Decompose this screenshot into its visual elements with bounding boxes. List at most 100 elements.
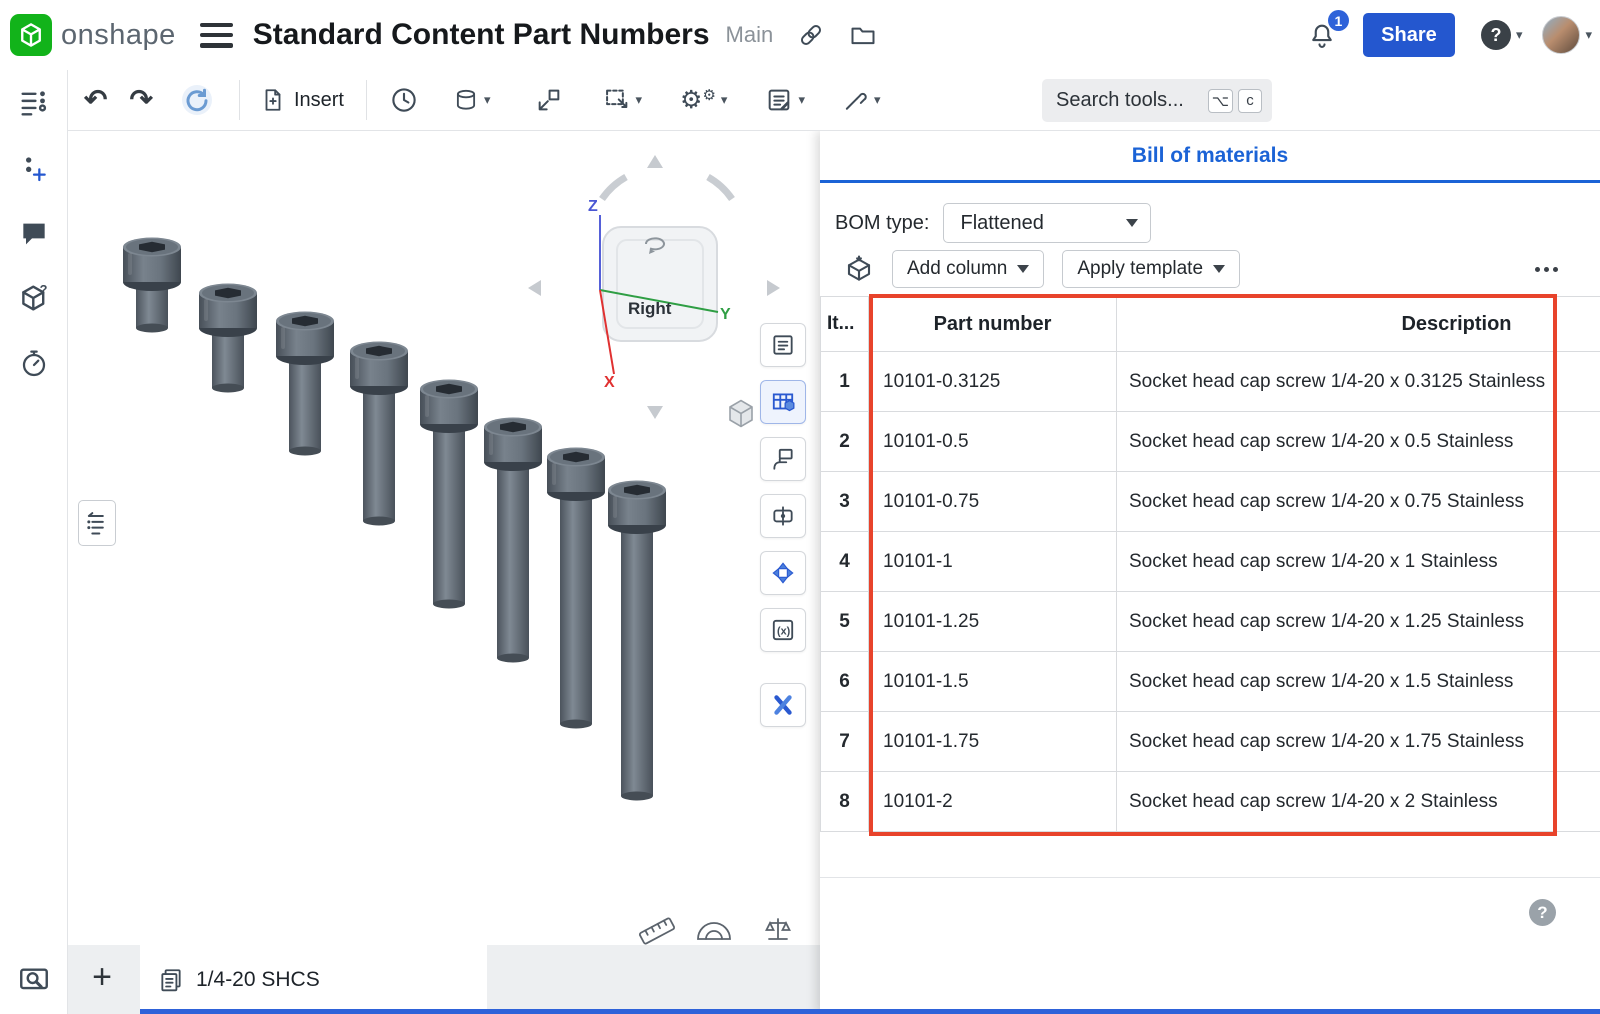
description-column-header[interactable]: Description — [1117, 297, 1600, 352]
assembly-tools-dropdown[interactable]: ⚙⚙ ▾ — [680, 88, 727, 113]
new-tab-button[interactable]: + — [82, 957, 122, 997]
screw-part[interactable] — [199, 284, 257, 393]
insert-icon — [260, 87, 286, 113]
comments-button[interactable] — [15, 214, 53, 252]
viewcube-rotate-arrow[interactable] — [708, 177, 732, 199]
viewcube-down-arrow[interactable] — [647, 406, 663, 419]
search-features-button[interactable] — [15, 962, 53, 1000]
viewport-canvas[interactable]: Z Y X Right — [68, 131, 820, 945]
screw-part[interactable] — [350, 342, 408, 526]
3d-viewport[interactable]: Z Y X Right — [68, 131, 820, 945]
chevron-down-icon[interactable]: ▾ — [1516, 27, 1523, 43]
table-row[interactable]: 410101-1Socket head cap screw 1/4-20 x 1… — [821, 532, 1600, 592]
table-row[interactable]: 210101-0.5Socket head cap screw 1/4-20 x… — [821, 412, 1600, 472]
mate-connector-button[interactable] — [15, 149, 53, 187]
undo-button[interactable]: ↶ — [84, 86, 107, 114]
rotate-update-button[interactable] — [179, 82, 215, 118]
versions-history-button[interactable] — [389, 85, 419, 115]
help-button[interactable]: ? — [1481, 20, 1511, 50]
view-tools-rail: (x) — [758, 323, 808, 727]
select-tools-dropdown[interactable]: ▾ — [603, 86, 643, 114]
iso-view-icon[interactable] — [730, 401, 752, 428]
screw-part[interactable] — [608, 481, 666, 801]
bom-help-button[interactable]: ? — [1529, 899, 1556, 926]
transform-button[interactable] — [535, 86, 563, 114]
description-cell: Socket head cap screw 1/4-20 x 0.75 Stai… — [1117, 472, 1600, 532]
workspace-name[interactable]: Main — [726, 22, 774, 48]
table-row[interactable]: 610101-1.5Socket head cap screw 1/4-20 x… — [821, 652, 1600, 712]
section-view-button[interactable] — [760, 494, 806, 538]
share-button[interactable]: Share — [1363, 13, 1455, 57]
z-axis-label: Z — [588, 198, 598, 215]
description-text: Socket head cap screw 1/4-20 x 2 Stainle… — [1129, 791, 1557, 813]
add-column-button[interactable]: Add column — [892, 250, 1044, 288]
part-number-column-header[interactable]: Part number — [869, 297, 1117, 352]
viewcube-right-arrow[interactable] — [767, 280, 780, 296]
app-header: onshape Standard Content Part Numbers Ma… — [0, 0, 1600, 70]
chevron-down-icon[interactable]: ▾ — [1585, 27, 1592, 43]
assembly-tree-toggle-button[interactable] — [78, 500, 116, 546]
screw-part[interactable] — [547, 448, 605, 729]
tab-assembly[interactable]: 1/4-20 SHCS — [140, 945, 487, 1014]
toolbar-separator — [366, 80, 367, 120]
ruler-icon[interactable] — [639, 918, 675, 945]
redo-button[interactable]: ↷ — [129, 86, 152, 114]
table-row[interactable]: 310101-0.75Socket head cap screw 1/4-20 … — [821, 472, 1600, 532]
primitive-tools-dropdown[interactable]: ▾ — [453, 87, 491, 113]
table-row[interactable]: 510101-1.25Socket head cap screw 1/4-20 … — [821, 592, 1600, 652]
x-axis-label: X — [604, 374, 615, 391]
scale-icon[interactable] — [767, 919, 790, 939]
viewcube-up-arrow[interactable] — [647, 155, 663, 168]
item-number-cell: 5 — [821, 592, 869, 652]
export-x-button[interactable] — [760, 683, 806, 727]
apply-template-label: Apply template — [1077, 258, 1203, 280]
item-column-header[interactable]: It... — [821, 297, 869, 352]
description-cell: Socket head cap screw 1/4-20 x 1.25 Stai… — [1117, 592, 1600, 652]
part-number-cell: 10101-1.25 — [869, 592, 1117, 652]
bom-table-button[interactable] — [760, 380, 806, 424]
viewcube-rotate-arrow[interactable] — [602, 177, 626, 199]
folder-icon[interactable] — [849, 21, 877, 49]
screw-part[interactable] — [123, 238, 181, 333]
insert-button[interactable]: Insert — [260, 87, 344, 113]
screw-part[interactable] — [276, 312, 334, 456]
exploded-view-button[interactable] — [760, 551, 806, 595]
bom-type-dropdown[interactable]: Flattened — [943, 203, 1151, 243]
feature-list-icon — [17, 86, 51, 120]
table-row[interactable]: 710101-1.75Socket head cap screw 1/4-20 … — [821, 712, 1600, 772]
more-options-icon[interactable] — [1533, 259, 1560, 280]
drawing-tools-dropdown[interactable]: ▾ — [765, 86, 805, 114]
tab-bar: + 1/4-20 SHCS — [68, 945, 820, 1014]
chevron-down-icon: ▾ — [721, 92, 728, 108]
flattened-box-icon[interactable] — [844, 254, 874, 284]
configurations-button[interactable]: (x) — [760, 608, 806, 652]
part-help-button[interactable]: ? — [15, 279, 53, 317]
part-number-cell: 10101-1.75 — [869, 712, 1117, 772]
features-list-button[interactable] — [15, 84, 53, 122]
screw-parts[interactable] — [123, 238, 666, 801]
stopwatch-button[interactable] — [15, 344, 53, 382]
bom-list-button[interactable] — [760, 323, 806, 367]
protractor-icon[interactable] — [698, 923, 730, 939]
table-row[interactable]: 110101-0.3125Socket head cap screw 1/4-2… — [821, 352, 1600, 412]
notifications-button[interactable]: 1 — [1307, 20, 1337, 50]
viewcube-left-arrow[interactable] — [528, 280, 541, 296]
avatar[interactable] — [1542, 16, 1580, 54]
cube-question-icon: ? — [17, 281, 51, 315]
screw-part[interactable] — [484, 418, 542, 663]
apply-template-button[interactable]: Apply template — [1062, 250, 1240, 288]
insert-part-button[interactable] — [760, 437, 806, 481]
view-cube[interactable]: Z Y X Right — [528, 155, 780, 427]
measure-tools-dropdown[interactable]: ▾ — [841, 86, 881, 114]
stopwatch-icon — [18, 347, 50, 379]
chevron-down-icon — [1213, 265, 1225, 273]
bom-panel-title[interactable]: Bill of materials — [820, 131, 1600, 183]
insert-label: Insert — [294, 89, 344, 112]
menu-icon[interactable] — [200, 23, 233, 48]
link-icon[interactable] — [797, 21, 825, 49]
part-number-cell: 10101-1 — [869, 532, 1117, 592]
search-tools-input[interactable]: Search tools... ⌥ c — [1042, 79, 1272, 122]
table-row[interactable]: 810101-2Socket head cap screw 1/4-20 x 2… — [821, 772, 1600, 832]
screw-part[interactable] — [420, 380, 478, 609]
onshape-logo[interactable]: onshape — [10, 14, 176, 56]
